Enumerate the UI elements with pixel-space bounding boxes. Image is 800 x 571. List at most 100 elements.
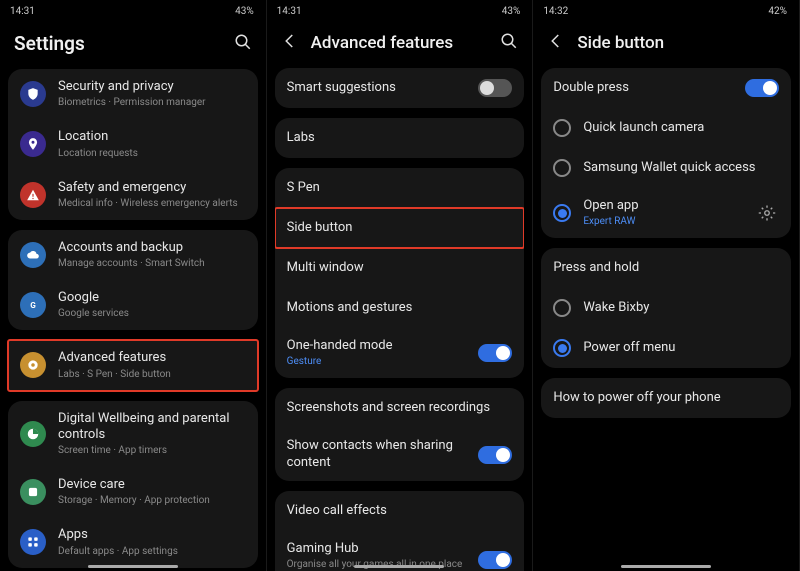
row-body: Safety and emergency Medical info · Wire… <box>58 180 246 210</box>
group-input: S Pen Side button Multi window Motions a… <box>275 168 525 378</box>
radio-power[interactable] <box>553 339 571 357</box>
status-icons: 42% <box>762 6 789 17</box>
row-title: Security and privacy <box>58 79 246 95</box>
row-advanced-features[interactable]: Advanced features Labs · S Pen · Side bu… <box>8 340 258 390</box>
row-sub: Medical info · Wireless emergency alerts <box>58 197 246 210</box>
row-title: Side button <box>287 220 513 236</box>
row-howto[interactable]: How to power off your phone <box>541 378 791 418</box>
row-spen[interactable]: S Pen <box>275 168 525 208</box>
status-bar: 14:31 43% <box>267 0 533 22</box>
devicecare-icon <box>20 479 46 505</box>
row-title: Apps <box>58 527 246 543</box>
section-label: Press and hold <box>553 260 779 276</box>
svg-text:G: G <box>30 300 36 310</box>
toggle-smart[interactable] <box>478 79 512 97</box>
row-body: Location Location requests <box>58 129 246 159</box>
toggle-double-press[interactable] <box>745 79 779 97</box>
search-icon <box>234 33 252 51</box>
status-bar: 14:31 43% <box>0 0 266 22</box>
row-sub: Manage accounts · Smart Switch <box>58 257 246 270</box>
row-title: Labs <box>287 130 513 146</box>
cloud-icon <box>20 242 46 268</box>
back-button[interactable] <box>547 32 565 54</box>
gesture-bar[interactable] <box>88 565 178 568</box>
wellbeing-icon <box>20 421 46 447</box>
openapp-settings-button[interactable] <box>755 201 779 225</box>
toggle-contacts[interactable] <box>478 446 512 464</box>
back-button[interactable] <box>281 32 299 54</box>
row-wallet[interactable]: Samsung Wallet quick access <box>541 148 791 188</box>
row-smart-suggestions[interactable]: Smart suggestions <box>275 68 525 108</box>
status-time: 14:31 <box>277 6 302 17</box>
status-battery: 43% <box>235 6 254 17</box>
row-multi-window[interactable]: Multi window <box>275 248 525 288</box>
row-devicecare[interactable]: Device care Storage · Memory · App prote… <box>8 467 258 517</box>
row-title: Video call effects <box>287 503 513 519</box>
row-title: Screenshots and screen recordings <box>287 400 513 416</box>
group-accounts: Accounts and backup Manage accounts · Sm… <box>8 230 258 331</box>
gear-icon <box>758 204 776 222</box>
row-security[interactable]: Security and privacy Biometrics · Permis… <box>8 69 258 119</box>
row-wellbeing[interactable]: Digital Wellbeing and parental controls … <box>8 401 258 468</box>
toggle-gaming[interactable] <box>478 551 512 569</box>
sidebutton-content[interactable]: Double press Quick launch camera Samsung… <box>533 68 799 571</box>
group-media: Video call effects Gaming Hub Organise a… <box>275 491 525 571</box>
radio-wallet[interactable] <box>553 159 571 177</box>
row-sub: Screen time · App timers <box>58 444 246 457</box>
row-title: S Pen <box>287 180 513 196</box>
row-side-button[interactable]: Side button <box>275 208 525 248</box>
row-contacts-share[interactable]: Show contacts when sharing content <box>275 428 525 481</box>
group-smart: Smart suggestions <box>275 68 525 108</box>
row-accounts[interactable]: Accounts and backup Manage accounts · Sm… <box>8 230 258 280</box>
search-button[interactable] <box>234 33 252 55</box>
header: Side button <box>533 22 799 68</box>
row-video-effects[interactable]: Video call effects <box>275 491 525 531</box>
row-sub: Labs · S Pen · Side button <box>58 368 246 381</box>
row-labs[interactable]: Labs <box>275 118 525 158</box>
radio-bixby[interactable] <box>553 299 571 317</box>
row-apps[interactable]: Apps Default apps · App settings <box>8 517 258 567</box>
toggle-onehand[interactable] <box>478 344 512 362</box>
row-sub: Location requests <box>58 147 246 160</box>
status-battery: 42% <box>768 6 787 17</box>
chevron-left-icon <box>281 32 299 50</box>
row-motions[interactable]: Motions and gestures <box>275 288 525 328</box>
advanced-content[interactable]: Smart suggestions Labs S Pen Side button… <box>267 68 533 571</box>
row-title: How to power off your phone <box>553 390 779 406</box>
header: Settings <box>0 22 266 69</box>
row-body: Security and privacy Biometrics · Permis… <box>58 79 246 109</box>
row-sub: Google services <box>58 307 246 320</box>
row-title: Safety and emergency <box>58 180 246 196</box>
row-screenshots[interactable]: Screenshots and screen recordings <box>275 388 525 428</box>
row-open-app[interactable]: Open app Expert RAW <box>541 188 791 238</box>
row-title: Google <box>58 290 246 306</box>
gesture-bar[interactable] <box>621 565 711 568</box>
row-location[interactable]: Location Location requests <box>8 119 258 169</box>
row-sub: Storage · Memory · App protection <box>58 494 246 507</box>
row-one-handed[interactable]: One-handed mode Gesture <box>275 328 525 378</box>
row-title: Accounts and backup <box>58 240 246 256</box>
group-double-press: Double press Quick launch camera Samsung… <box>541 68 791 238</box>
page-title: Advanced features <box>311 33 489 53</box>
row-title: Power off menu <box>583 340 779 356</box>
settings-content[interactable]: Security and privacy Biometrics · Permis… <box>0 69 266 571</box>
group-sharing: Screenshots and screen recordings Show c… <box>275 388 525 481</box>
advanced-icon <box>20 352 46 378</box>
panel-advanced-features: 14:31 43% Advanced features Smart sugges… <box>267 0 534 571</box>
row-safety[interactable]: Safety and emergency Medical info · Wire… <box>8 170 258 220</box>
row-quick-camera[interactable]: Quick launch camera <box>541 108 791 148</box>
radio-open-app[interactable] <box>553 204 571 222</box>
header: Advanced features <box>267 22 533 68</box>
radio-camera[interactable] <box>553 119 571 137</box>
row-bixby[interactable]: Wake Bixby <box>541 288 791 328</box>
row-google[interactable]: G Google Google services <box>8 280 258 330</box>
status-icons: 43% <box>229 6 256 17</box>
search-button[interactable] <box>500 32 518 54</box>
pin-icon <box>20 131 46 157</box>
row-power-off[interactable]: Power off menu <box>541 328 791 368</box>
gesture-bar[interactable] <box>354 565 444 568</box>
row-body: Device care Storage · Memory · App prote… <box>58 477 246 507</box>
page-title: Settings <box>14 32 222 55</box>
row-body: Digital Wellbeing and parental controls … <box>58 411 246 458</box>
row-title: One-handed mode <box>287 338 467 354</box>
